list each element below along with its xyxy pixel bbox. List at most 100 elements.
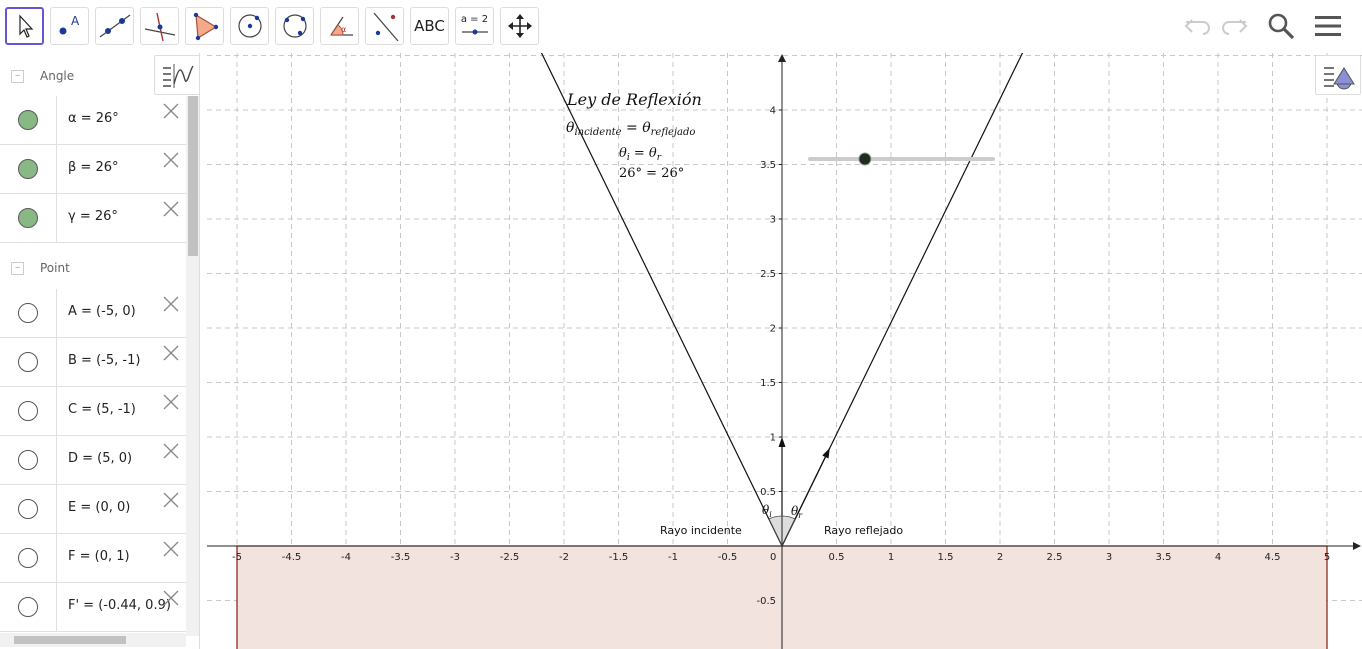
- y-tick-label: 3: [770, 215, 776, 226]
- redo-icon: [1222, 19, 1248, 35]
- algebra-expression[interactable]: γ = 26°: [68, 209, 118, 224]
- search-button[interactable]: [1263, 8, 1299, 44]
- visibility-toggle-icon[interactable]: [18, 159, 38, 179]
- move-graphics-view-tool-button[interactable]: [500, 7, 539, 45]
- algebra-row[interactable]: C = (5, -1): [0, 387, 186, 436]
- x-tick-label: -4.5: [282, 552, 302, 563]
- angle-slider-knob[interactable]: [858, 152, 872, 166]
- group-title: Angle: [40, 69, 75, 83]
- slider-tool-button[interactable]: a = 2: [455, 7, 494, 45]
- algebra-row[interactable]: F' = (-0.44, 0.9): [0, 583, 186, 632]
- point-tool-button[interactable]: A: [50, 7, 89, 45]
- algebra-horizontal-scrollbar[interactable]: [0, 633, 186, 647]
- x-tick-label: -5: [232, 552, 242, 563]
- x-tick-label: -2.5: [500, 552, 520, 563]
- delete-icon[interactable]: [162, 442, 180, 460]
- visibility-toggle-icon[interactable]: [18, 303, 38, 323]
- perpendicular-line-tool-button[interactable]: [140, 7, 179, 45]
- incidence-angle-arc[interactable]: [768, 515, 783, 547]
- algebra-expression[interactable]: β = 26°: [68, 160, 119, 175]
- group-angle-header[interactable]: – Angle: [0, 53, 186, 99]
- visibility-toggle-icon[interactable]: [18, 450, 38, 470]
- visibility-toggle-icon[interactable]: [18, 110, 38, 130]
- visibility-toggle-icon[interactable]: [18, 208, 38, 228]
- delete-icon[interactable]: [162, 295, 180, 313]
- svg-text:A: A: [71, 14, 80, 28]
- style-bar-shapes-icon: [1324, 67, 1355, 90]
- visibility-toggle-icon[interactable]: [18, 548, 38, 568]
- visibility-toggle-icon[interactable]: [18, 352, 38, 372]
- move-arrows-icon: [507, 14, 532, 38]
- visibility-toggle-icon[interactable]: [18, 499, 38, 519]
- algebra-row[interactable]: B = (-5, -1): [0, 338, 186, 387]
- x-axis-arrow-icon: [1353, 542, 1361, 550]
- undo-button[interactable]: [1180, 8, 1216, 44]
- y-tick-label: 2: [770, 324, 776, 335]
- algebra-row[interactable]: A = (-5, 0): [0, 289, 186, 338]
- line-tool-button[interactable]: [95, 7, 134, 45]
- angle-tool-button[interactable]: α: [320, 7, 359, 45]
- algebra-row[interactable]: F = (0, 1): [0, 534, 186, 583]
- graphics-canvas[interactable]: -5 -4.5 -4 -3.5 -3 -2.5 -2 -1.5 -1 -0.5 0 0.5 1 1.5 2 2…: [207, 53, 1362, 649]
- delete-icon[interactable]: [162, 151, 180, 169]
- x-tick-label: -4: [341, 552, 351, 563]
- reflected-vector-arrowhead: [822, 448, 830, 459]
- algebra-vertical-scrollbar[interactable]: [186, 96, 199, 636]
- algebra-expression[interactable]: F = (0, 1): [68, 549, 130, 564]
- y-tick-label: 1.5: [760, 378, 776, 389]
- collapse-icon[interactable]: –: [11, 69, 24, 83]
- algebra-expression[interactable]: α = 26°: [68, 111, 119, 126]
- delete-icon[interactable]: [162, 540, 180, 558]
- x-tick-label: -1.5: [609, 552, 629, 563]
- reflect-about-line-icon: [373, 12, 398, 41]
- x-tick-label: -0.5: [718, 552, 738, 563]
- menu-button[interactable]: [1310, 8, 1346, 44]
- scrollbar-thumb[interactable]: [14, 636, 126, 644]
- delete-icon[interactable]: [162, 589, 180, 607]
- algebra-expression[interactable]: E = (0, 0): [68, 500, 130, 515]
- scrollbar-thumb[interactable]: [188, 96, 198, 256]
- move-tool-button[interactable]: [5, 7, 44, 45]
- reflect-tool-button[interactable]: [365, 7, 404, 45]
- algebra-expression[interactable]: D = (5, 0): [68, 451, 132, 466]
- y-tick-label: 2.5: [760, 269, 776, 280]
- delete-icon[interactable]: [162, 102, 180, 120]
- polygon-tool-button[interactable]: [185, 7, 224, 45]
- collapse-icon[interactable]: –: [11, 261, 24, 275]
- algebra-row[interactable]: β = 26°: [0, 145, 186, 194]
- delete-icon[interactable]: [162, 200, 180, 218]
- search-icon: [1268, 13, 1295, 40]
- algebra-row[interactable]: E = (0, 0): [0, 485, 186, 534]
- algebra-expression[interactable]: B = (-5, -1): [68, 353, 140, 368]
- graphics-view[interactable]: -5 -4.5 -4 -3.5 -3 -2.5 -2 -1.5 -1 -0.5 0 0.5 1 1.5 2 2…: [207, 53, 1362, 649]
- circle-center-tool-button[interactable]: [230, 7, 269, 45]
- reflected-ray[interactable]: [781, 53, 1048, 547]
- visibility-toggle-icon[interactable]: [18, 401, 38, 421]
- text-tool-button[interactable]: ABC: [410, 7, 449, 45]
- algebra-expression[interactable]: F' = (-0.44, 0.9): [68, 598, 171, 613]
- angle-value-equation-text: 26° = 26°: [619, 166, 684, 181]
- x-tick-label: 0.5: [829, 552, 845, 563]
- slider-tool-label: a = 2: [460, 14, 489, 25]
- toolbar: A α ABC a = 2: [0, 0, 1362, 53]
- algebra-row[interactable]: D = (5, 0): [0, 436, 186, 485]
- delete-icon[interactable]: [162, 491, 180, 509]
- delete-icon[interactable]: [162, 393, 180, 411]
- algebra-expression[interactable]: A = (-5, 0): [68, 304, 136, 319]
- algebra-expression[interactable]: C = (5, -1): [68, 402, 136, 417]
- normal-vector-arrowhead: [778, 437, 786, 447]
- x-tick-label: -1: [668, 552, 678, 563]
- visibility-toggle-icon[interactable]: [18, 597, 38, 617]
- x-tick-label: 1.5: [938, 552, 954, 563]
- undo-icon: [1184, 19, 1210, 35]
- circle-three-points-tool-button[interactable]: [275, 7, 314, 45]
- group-point-header[interactable]: – Point: [0, 245, 186, 291]
- algebra-row[interactable]: γ = 26°: [0, 194, 186, 243]
- x-tick-label: -2: [559, 552, 569, 563]
- delete-icon[interactable]: [162, 344, 180, 362]
- graphics-style-bar-toggle[interactable]: [1315, 55, 1361, 95]
- reflection-angle-arc[interactable]: [781, 515, 796, 547]
- algebra-row[interactable]: α = 26°: [0, 96, 186, 145]
- theta-equation-text: θi = θr: [619, 146, 662, 163]
- redo-button[interactable]: [1216, 8, 1252, 44]
